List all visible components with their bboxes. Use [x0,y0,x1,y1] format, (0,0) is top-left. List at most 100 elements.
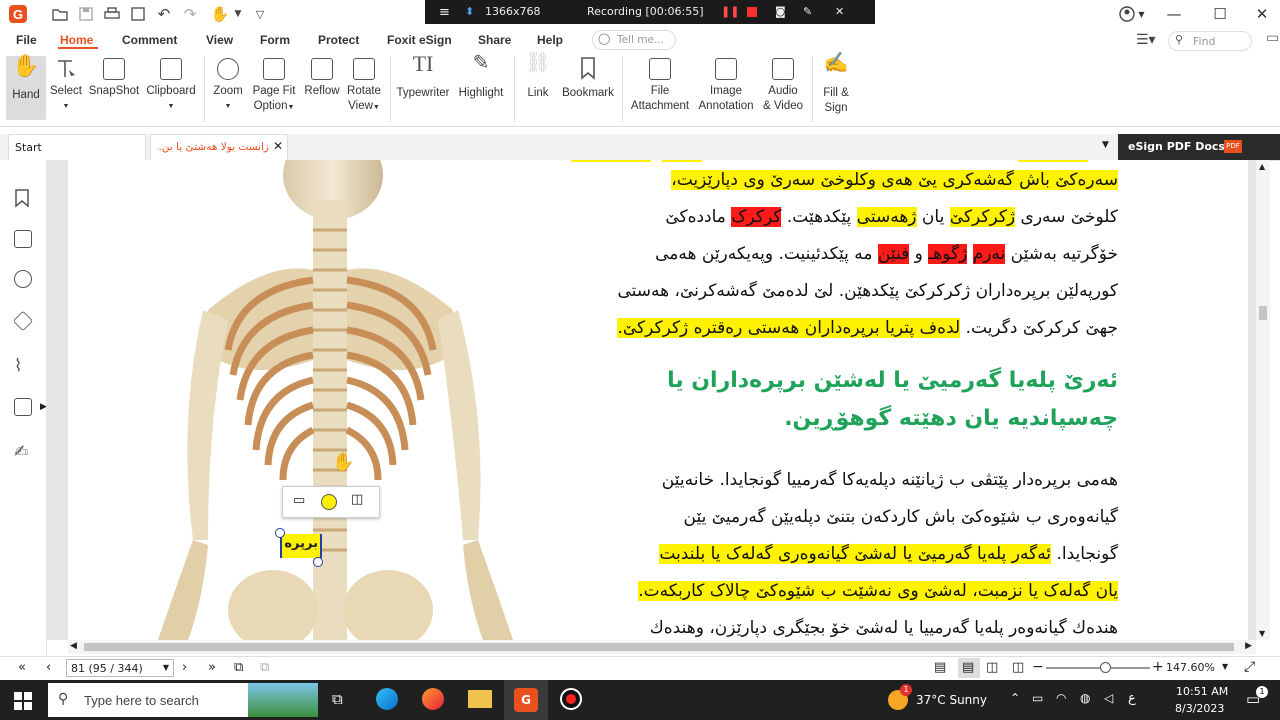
yellow-highlight-text[interactable]: لدەف پتریا برپرەداران هەستی رەقترە ژکرکر… [617,318,961,338]
scroll-down-icon[interactable]: ▼ [1259,629,1265,638]
first-page-icon[interactable]: « [18,660,26,675]
scroll-right-icon[interactable]: ▶ [1245,641,1252,651]
windows-start-icon[interactable] [14,692,32,713]
close-button[interactable]: ✕ [1240,2,1280,26]
zoom-slider-track[interactable] [1046,667,1150,669]
hscroll-thumb[interactable] [84,643,1234,651]
selected-highlight-annotation[interactable]: برپرە [280,534,322,558]
microphone-icon[interactable]: ◍ [1080,691,1090,705]
snapshot-button[interactable]: SnapShot [88,56,140,99]
fill-sign-button[interactable]: ✍ Fill & Sign [816,53,856,116]
weather-text[interactable]: 37°C Sunny [916,693,987,707]
tell-me-input[interactable]: Tell me... [617,34,664,46]
camera-icon[interactable]: ◙ [775,5,786,18]
selection-handle-end[interactable] [313,557,323,567]
minimize-button[interactable]: — [1152,2,1196,26]
menu-share[interactable]: Share [478,33,511,47]
language-indicator[interactable]: ع [1128,691,1136,706]
security-panel-icon[interactable] [14,398,32,416]
network-icon[interactable]: ◠ [1056,691,1066,705]
red-highlight-text[interactable]: ژگوهـ [928,244,968,264]
pin-icon[interactable]: ⬍ [465,5,474,18]
tab-list-chevron-icon[interactable]: ▼ [1102,140,1109,150]
comment-icon[interactable]: ▭ [293,493,305,508]
clipboard-button[interactable]: Clipboard ▼ [144,56,198,114]
pen-icon[interactable]: ✎ [803,5,812,18]
customize-icon[interactable]: ▽ [250,4,270,24]
menu-icon[interactable]: ≡ [439,5,450,20]
last-page-icon[interactable]: » [208,660,216,675]
collapse-ribbon-icon[interactable]: ▭ [1266,30,1279,46]
export-icon[interactable]: ⧉ [234,660,243,675]
continuous-facing-icon[interactable]: ◫ [1012,660,1024,675]
typewriter-button[interactable]: TI Typewriter [396,53,450,101]
foxit-logo-icon[interactable]: G [8,4,28,24]
layers-panel-icon[interactable] [12,310,34,332]
zoom-button[interactable]: Zoom ▼ [210,56,246,114]
vertical-scrollbar[interactable]: ▲ ▼ [1256,160,1270,640]
maximize-button[interactable]: ☐ [1198,2,1242,26]
zoom-dropdown-icon[interactable]: ▼ [1222,662,1228,671]
attachments-panel-icon[interactable]: ⌇ [14,356,32,376]
menu-home[interactable]: Home [60,33,93,47]
red-highlight-text[interactable]: فنێن [877,244,910,264]
foxit-taskbar-icon[interactable]: G [514,688,538,712]
red-highlight-text[interactable]: کرکرک [731,207,782,227]
clock-time[interactable]: 10:51 AM [1176,685,1228,698]
zoom-out-icon[interactable]: − [1032,659,1044,675]
edge-icon[interactable] [376,688,398,710]
open-folder-icon[interactable] [50,4,70,24]
menu-foxit-esign[interactable]: Foxit eSign [387,33,452,47]
file-explorer-icon[interactable] [468,690,492,708]
volume-icon[interactable]: ◁ [1104,691,1113,705]
horizontal-scrollbar[interactable]: ◀ ▶ [68,640,1256,654]
menu-help[interactable]: Help [537,33,563,47]
taskbar-search-input[interactable]: Type here to search [84,693,199,708]
selection-handle-start[interactable] [275,528,285,538]
scroll-left-icon[interactable]: ◀ [70,641,77,651]
task-view-icon[interactable]: ⧉ [332,690,343,708]
find-box[interactable]: ⚲ Find [1168,31,1252,51]
link-button[interactable]: ⛓ Link [520,53,556,101]
clock-date[interactable]: 8/3/2023 [1175,702,1224,715]
stop-icon[interactable] [747,7,757,17]
reflow-button[interactable]: Reflow [302,56,342,99]
menu-view[interactable]: View [206,33,233,47]
page-fit-button[interactable]: Page Fit Option▼ [250,56,298,115]
yellow-highlight-text[interactable]: سەرەکێ باش گەشەکری یێ هەی وکلوخێ سەرێ وی… [671,170,1118,190]
single-page-icon[interactable]: ▤ [934,660,946,675]
find-input[interactable]: Find [1193,35,1216,48]
chevron-down-icon[interactable]: ▼ [163,663,169,672]
facing-page-icon[interactable]: ◫ [986,660,998,675]
zoom-in-icon[interactable]: + [1152,659,1164,675]
file-attachment-button[interactable]: File Attachment [628,56,692,114]
yellow-highlight-text[interactable]: ژهەستی [856,207,917,227]
account-icon[interactable]: ▼ [1112,2,1152,26]
menu-file[interactable]: File [16,33,37,47]
tab-document[interactable]: زانست یولا هەشتێ یا بن... ✕ [150,134,288,160]
fullscreen-icon[interactable]: ⤢ [1244,659,1255,675]
image-annotation-button[interactable]: Image Annotation [696,56,756,114]
prev-page-icon[interactable]: ‹ [46,660,51,675]
bookmark-panel-icon[interactable] [14,188,32,208]
rotate-view-button[interactable]: Rotate View▼ [344,56,384,115]
close-recording-icon[interactable]: ✕ [835,5,844,18]
redo-icon[interactable]: ↷ [180,4,200,24]
undo-icon[interactable]: ↶ [154,4,174,24]
menu-form[interactable]: Form [260,33,290,47]
tray-chevron-icon[interactable]: ⌃ [1010,691,1020,705]
hand-tool-button[interactable]: ✋ Hand [6,55,46,103]
hand-mode-icon[interactable]: ✋ [210,4,230,24]
color-picker-icon[interactable] [321,494,337,510]
pages-panel-icon[interactable] [14,230,32,248]
document-viewport[interactable]: ✋ ▭ ◫ برپرە سەرەکێ باش گەشەکری یێ هەی وک… [46,160,1256,640]
battery-icon[interactable]: ▭ [1032,691,1043,705]
zoom-level[interactable]: 147.60% [1166,661,1215,674]
search-options-icon[interactable]: ☰▾ [1136,32,1156,48]
menu-comment[interactable]: Comment [122,33,177,47]
menu-protect[interactable]: Protect [318,33,359,47]
signature-panel-icon[interactable]: ✍ [14,442,32,462]
save-icon[interactable] [76,4,96,24]
scroll-thumb[interactable] [1259,306,1267,320]
tell-me-box[interactable]: ◯ Tell me... [592,30,676,50]
